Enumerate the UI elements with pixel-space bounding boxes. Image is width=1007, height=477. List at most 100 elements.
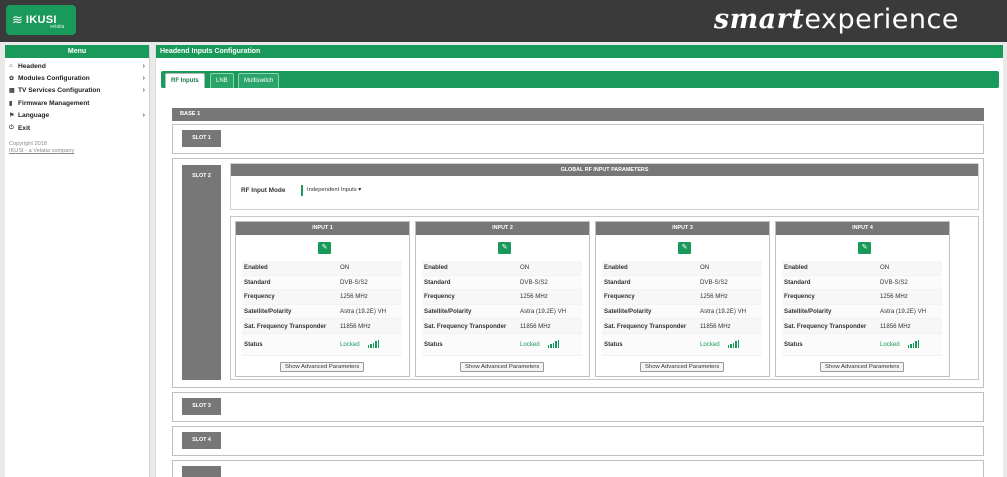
param-label: Satellite/Polarity <box>784 308 832 316</box>
tab-multiswitch[interactable]: Multiswitch <box>238 73 280 88</box>
param-value: Locked <box>700 340 762 349</box>
param-row-enabled: Enabled ON <box>602 261 762 276</box>
menu-list: ⌂ Headend › ✿ Modules Configuration › ▦ … <box>5 58 149 134</box>
param-row-standard: Standard DVB-S/S2 <box>602 275 762 291</box>
param-value: DVB-S/S2 <box>880 278 908 286</box>
edit-button[interactable]: ✎ <box>858 242 871 254</box>
gear-icon: ✿ <box>9 76 15 83</box>
slot-3-panel: SLOT 3 <box>172 392 984 422</box>
sidebar-item-label: Exit <box>18 124 31 132</box>
edit-button[interactable]: ✎ <box>318 242 331 254</box>
show-advanced-button[interactable]: Show Advanced Parameters <box>640 362 725 372</box>
param-row-satellite: Satellite/Polarity Astra (19.2E) VH <box>782 304 942 320</box>
param-value: Locked <box>880 340 942 349</box>
slot-2-button[interactable]: SLOT 2 <box>182 165 221 380</box>
signal-bar <box>375 341 377 349</box>
signal-bar <box>727 345 730 349</box>
pencil-icon: ✎ <box>501 244 508 251</box>
param-label: Sat. Frequency Transponder <box>424 322 507 330</box>
show-advanced-button[interactable]: Show Advanced Parameters <box>280 362 365 372</box>
brand-rest: experience <box>804 4 959 35</box>
input-params: Enabled ON Standard DVB-S/S2 Frequency 1256 M… <box>602 261 762 356</box>
pencil-icon: ✎ <box>861 244 868 251</box>
param-value: ON <box>880 264 890 272</box>
top-bar: ≋ IKUSI velatia smartexperience <box>0 0 1007 42</box>
param-value: 1256 MHz <box>880 293 908 301</box>
param-row-status: Status Locked <box>782 333 942 356</box>
param-label: Satellite/Polarity <box>424 308 472 316</box>
rf-input-mode-value: Independent Inputs <box>307 187 357 193</box>
slot-4-button[interactable]: SLOT 4 <box>182 432 221 449</box>
input-1-card: INPUT 1 ✎ Enabled ON Standard DVB-S/S2 Frequen… <box>235 221 410 377</box>
sidebar-item-headend[interactable]: ⌂ Headend › <box>5 60 149 72</box>
company-link[interactable]: IKUSI - a Velatia company <box>9 148 149 155</box>
home-icon: ⌂ <box>9 63 13 70</box>
param-label: Frequency <box>784 293 815 301</box>
signal-strength-icon <box>547 340 560 349</box>
param-value: Locked <box>520 340 582 349</box>
input-params: Enabled ON Standard DVB-S/S2 Frequency 1256 M… <box>422 261 582 356</box>
slot-5-button[interactable] <box>182 466 221 477</box>
signal-bar <box>732 343 735 349</box>
param-label: Standard <box>784 278 811 286</box>
param-row-status: Status Locked <box>422 333 582 356</box>
param-value: 11856 MHz <box>880 322 911 330</box>
power-icon: ⏻ <box>9 124 14 131</box>
param-row-transponder: Sat. Frequency Transponder 11856 MHz <box>782 319 942 334</box>
inputs-row: INPUT 1 ✎ Enabled ON Standard DVB-S/S2 Frequen… <box>235 221 975 377</box>
signal-bar <box>912 343 915 349</box>
rf-input-mode-select[interactable]: Independent Inputs ▾ <box>301 185 366 196</box>
param-value: 11856 MHz <box>700 322 731 330</box>
slot-1-button[interactable]: SLOT 1 <box>182 130 221 147</box>
param-row-standard: Standard DVB-S/S2 <box>242 275 402 291</box>
param-label: Frequency <box>604 293 635 301</box>
param-label: Frequency <box>424 293 455 301</box>
param-label: Standard <box>424 278 451 286</box>
copyright-text: Copyright 2018 <box>9 141 47 148</box>
param-row-enabled: Enabled ON <box>782 261 942 276</box>
signal-bar <box>550 344 552 349</box>
param-value: ON <box>520 264 530 272</box>
tab-bar: RF Inputs LNB Multiswitch <box>161 71 999 88</box>
param-value: ON <box>700 264 710 272</box>
chevron-right-icon: › <box>142 87 145 95</box>
sidebar-item-modules-configuration[interactable]: ✿ Modules Configuration › <box>5 72 149 84</box>
signal-bar <box>735 341 737 349</box>
tab-rf-inputs[interactable]: RF Inputs <box>165 73 205 88</box>
show-advanced-button[interactable]: Show Advanced Parameters <box>460 362 545 372</box>
sidebar-item-tv-services[interactable]: ▦ TV Services Configuration › <box>5 85 149 97</box>
param-row-standard: Standard DVB-S/S2 <box>422 275 582 291</box>
signal-strength-icon <box>907 340 920 349</box>
param-row-transponder: Sat. Frequency Transponder 11856 MHz <box>602 319 762 334</box>
param-value: 1256 MHz <box>700 293 728 301</box>
sidebar-item-language[interactable]: ⚑ Language › <box>5 110 149 122</box>
signal-bar <box>547 345 550 349</box>
pencil-icon: ✎ <box>681 244 688 251</box>
param-row-frequency: Frequency 1256 MHz <box>782 290 942 305</box>
chevron-right-icon: › <box>142 62 145 70</box>
status-value: Locked <box>880 341 900 349</box>
show-advanced-button[interactable]: Show Advanced Parameters <box>820 362 905 372</box>
param-row-status: Status Locked <box>602 333 762 356</box>
edit-button[interactable]: ✎ <box>678 242 691 254</box>
param-row-satellite: Satellite/Polarity Astra (19.2E) VH <box>422 304 582 320</box>
param-label: Status <box>424 340 443 348</box>
param-row-status: Status Locked <box>242 333 402 356</box>
sidebar-item-firmware[interactable]: ▮ Firmware Management <box>5 97 149 109</box>
chevron-right-icon: › <box>142 112 145 120</box>
ikusi-logo[interactable]: ≋ IKUSI velatia <box>6 5 76 35</box>
page-title: Headend Inputs Configuration <box>156 45 1003 58</box>
param-row-satellite: Satellite/Polarity Astra (19.2E) VH <box>242 304 402 320</box>
param-label: Sat. Frequency Transponder <box>604 322 687 330</box>
param-value: Astra (19.2E) VH <box>520 308 567 316</box>
edit-button[interactable]: ✎ <box>498 242 511 254</box>
tab-lnb[interactable]: LNB <box>210 73 234 88</box>
status-value: Locked <box>520 341 540 349</box>
main-panel: Headend Inputs Configuration RF Inputs L… <box>155 45 1003 477</box>
param-label: Sat. Frequency Transponder <box>784 322 867 330</box>
sidebar-item-exit[interactable]: ⏻ Exit <box>5 122 149 134</box>
input-4-card: INPUT 4 ✎ Enabled ON Standard DVB-S/S2 Frequen… <box>775 221 950 377</box>
copyright: Copyright 2018 IKUSI - a Velatia company <box>9 141 149 155</box>
slot-3-button[interactable]: SLOT 3 <box>182 398 221 415</box>
input-title: INPUT 1 <box>236 222 409 235</box>
